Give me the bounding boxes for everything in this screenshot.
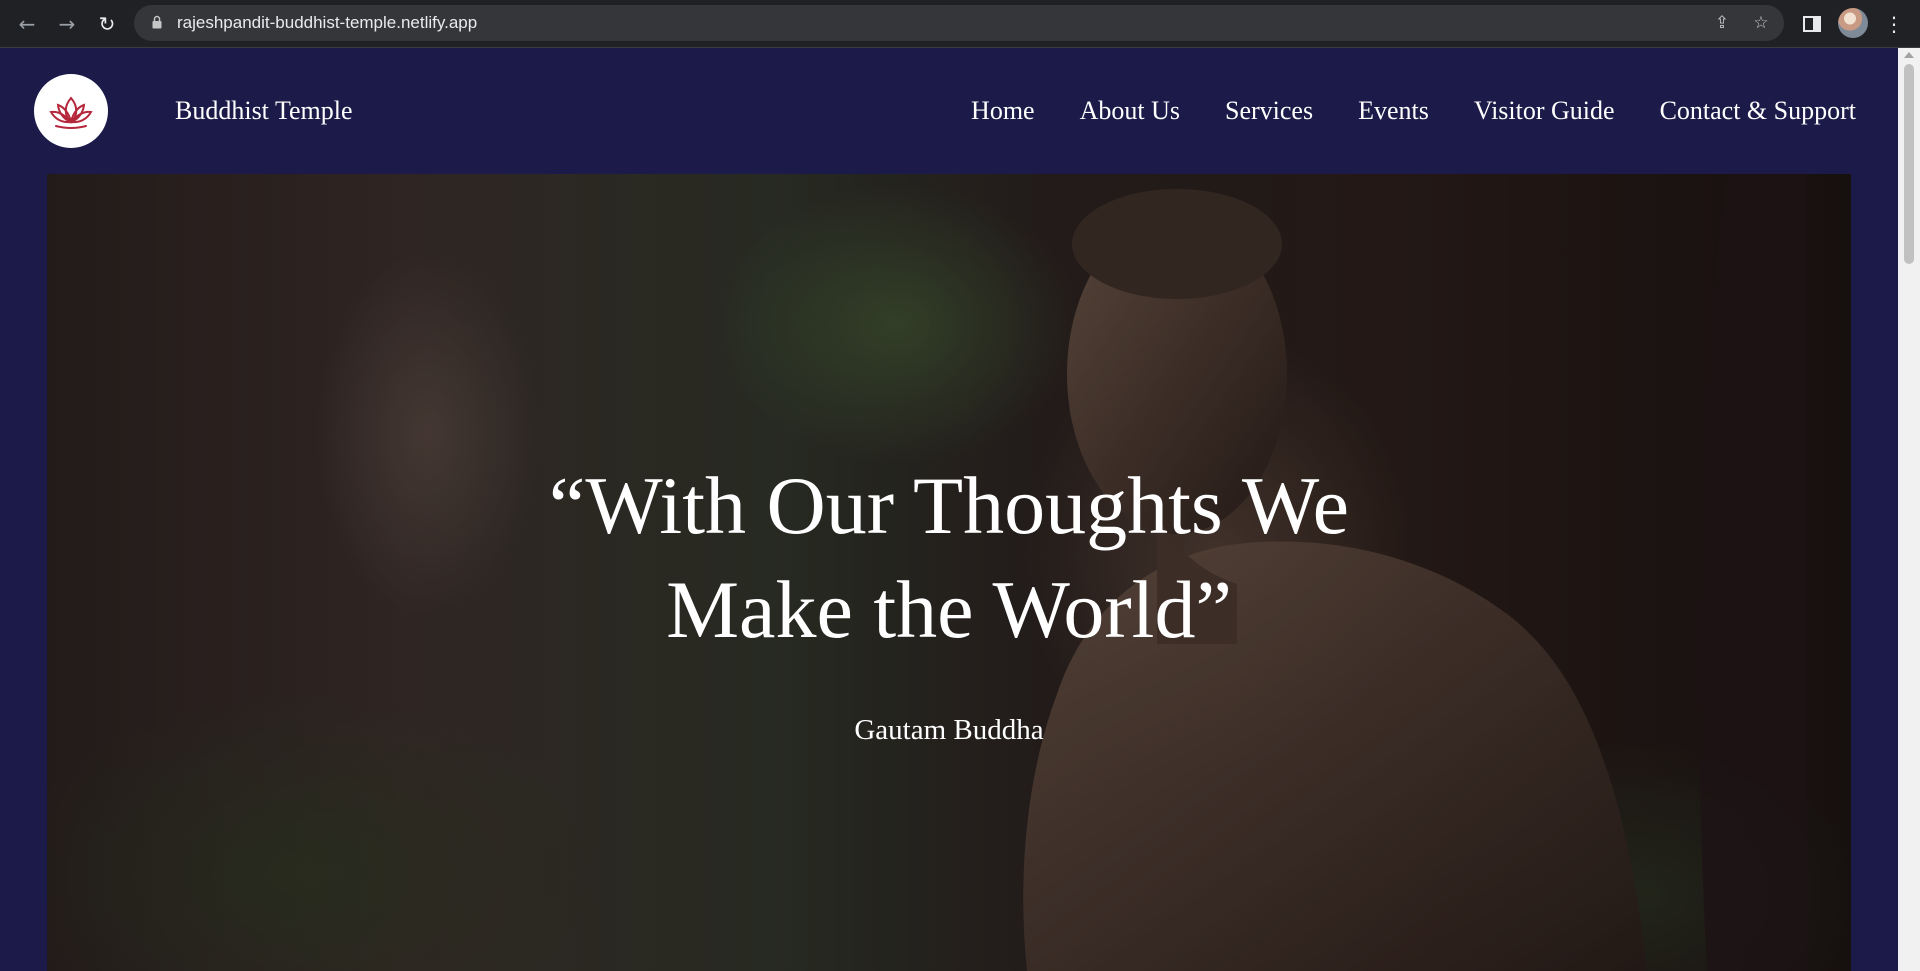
quote-line-1: “With Our Thoughts We	[548, 460, 1350, 551]
nav-events[interactable]: Events	[1358, 96, 1429, 126]
address-bar[interactable]: rajeshpandit-buddhist-temple.netlify.app…	[134, 5, 1784, 41]
page-scrollbar[interactable]	[1898, 48, 1920, 971]
quote-line-2: Make the World”	[666, 564, 1232, 655]
back-icon[interactable]: ←	[13, 10, 41, 38]
nav-services[interactable]: Services	[1225, 96, 1313, 126]
quote-author: Gautam Buddha	[854, 714, 1044, 746]
star-icon[interactable]: ☆	[1751, 13, 1771, 33]
url-text[interactable]: rajeshpandit-buddhist-temple.netlify.app	[177, 13, 477, 33]
nav-home[interactable]: Home	[971, 96, 1035, 126]
side-panel-icon[interactable]	[1800, 12, 1824, 36]
forward-icon[interactable]: →	[53, 10, 81, 38]
hero-banner: “With Our Thoughts We Make the World” Ga…	[47, 174, 1851, 971]
logo[interactable]	[34, 74, 108, 148]
nav-about-us[interactable]: About Us	[1080, 96, 1180, 126]
reload-icon[interactable]: ↻	[93, 10, 121, 38]
nav-visitor-guide[interactable]: Visitor Guide	[1474, 96, 1615, 126]
lotus-icon	[49, 96, 93, 129]
browser-toolbar: ← → ↻ rajeshpandit-buddhist-temple.netli…	[0, 0, 1920, 48]
scroll-up-arrow-icon[interactable]	[1904, 52, 1914, 58]
nav-contact-support[interactable]: Contact & Support	[1660, 96, 1856, 126]
share-icon[interactable]: ⇪	[1712, 13, 1732, 33]
hero-quote: “With Our Thoughts We Make the World”	[47, 454, 1851, 662]
lock-icon[interactable]	[152, 15, 162, 29]
menu-dots-icon[interactable]: ⋮	[1882, 12, 1906, 36]
scrollbar-thumb[interactable]	[1904, 64, 1914, 264]
main-nav: Home About Us Services Events Visitor Gu…	[971, 96, 1856, 126]
avatar[interactable]	[1838, 8, 1868, 38]
site-header: Buddhist Temple Home About Us Services E…	[0, 48, 1898, 174]
brand-name[interactable]: Buddhist Temple	[175, 96, 353, 126]
